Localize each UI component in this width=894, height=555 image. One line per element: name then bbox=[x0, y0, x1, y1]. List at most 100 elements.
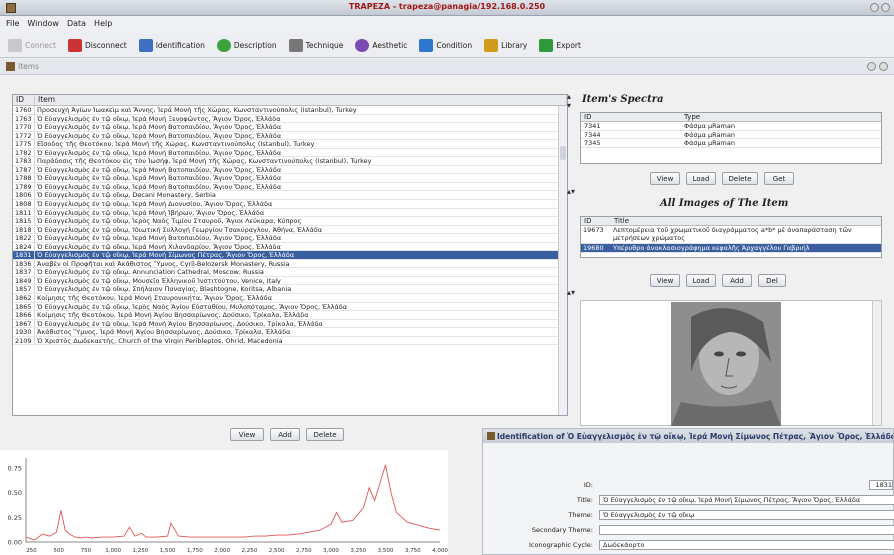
cell-item: Ὁ Εὐαγγελισμὸς ἐν τῷ οἴκῳ, Ἱερά Μονή Διο… bbox=[37, 200, 273, 208]
get-spectrum-button[interactable]: Get bbox=[764, 172, 794, 185]
cell-item: Ὁ Εὐαγγελισμὸς ἐν τῷ οἴκῳ, Ἱερά Μονή Σίμ… bbox=[37, 251, 295, 259]
technique-button[interactable]: Technique bbox=[288, 39, 343, 52]
close-button[interactable] bbox=[881, 3, 890, 12]
splitter-arrows-top[interactable]: ▴ ▾ bbox=[567, 92, 571, 110]
cell-item: Ὁ Εὐαγγελισμὸς ἐν τῷ οἴκῳ, Ἱερὸς Ναὸς Τι… bbox=[37, 217, 302, 225]
table-row[interactable]: 1831 Ὁ Εὐαγγελισμὸς ἐν τῷ οἴκῳ, Ἱερά Μονή… bbox=[13, 251, 567, 260]
table-row[interactable]: 1824 Ὁ Εὐαγγελισμὸς ἐν τῷ οἴκῳ, Ἱερά Μονή… bbox=[13, 242, 567, 252]
splitter-arrows-middle[interactable]: ▴▾ bbox=[567, 187, 575, 196]
table-row[interactable]: 19673 Λεπτομέρεια τοῦ χρωματικοῦ διαγράμμ… bbox=[581, 226, 881, 244]
cell-item: Ἀκάθιστος Ὕμνος, Ἱερά Μονή Ἁγίου Βησσαρί… bbox=[37, 328, 291, 336]
title-bar: TRAPEZA - trapeza@panagia/192.168.0.250 bbox=[0, 0, 894, 16]
identification-header: Identification of Ὁ Εὐαγγελισμὸς ἐν τῷ ο… bbox=[483, 429, 893, 443]
identification-button[interactable]: Identification bbox=[138, 39, 205, 52]
table-row[interactable]: 1862 Κοίμησις τῆς Θεοτόκου, Ἱερά Μονή Στα… bbox=[13, 294, 567, 303]
table-row[interactable]: 1760 Προσευχή Άγίων Ἰωακεὶμ καὶ Ἄννης, Ἱε… bbox=[13, 106, 567, 115]
view-item-button[interactable]: View bbox=[230, 428, 264, 441]
table-row[interactable]: 7344 Φάσμα μRaman bbox=[581, 131, 881, 139]
table-row[interactable]: 1782 Ὁ Εὐαγγελισμὸς ἐν τῷ οἴκῳ, Ἱερά Μονή… bbox=[13, 148, 567, 158]
table-row[interactable]: 1808 Ὁ Εὐαγγελισμὸς ἐν τῷ οἴκῳ, Ἱερά Μονή… bbox=[13, 200, 567, 209]
table-row[interactable]: 1772 Ὁ Εὐαγγελισμὸς ἐν τῷ οἴκῳ, Ἱερά Μονή… bbox=[13, 131, 567, 141]
cell-id: 1822 bbox=[13, 234, 35, 242]
x-tick-label: 2,750 bbox=[296, 548, 312, 554]
cell-item: Ὁ Εὐαγγελισμὸς ἐν τῷ οἴκῳ, Ἱερά Μονή Χιλ… bbox=[37, 242, 281, 251]
title-field[interactable]: Ὁ Εὐαγγελισμὸς ἐν τῷ οἴκῳ, Ἱερά Μονή Σίμ… bbox=[599, 495, 894, 505]
table-row[interactable]: 1822 Ὁ Εὐαγγελισμὸς ἐν τῷ οἴκῳ, Ἱερά Μονή… bbox=[13, 234, 567, 243]
y-tick-label: 0.75 bbox=[8, 464, 22, 472]
column-item[interactable]: Item bbox=[35, 95, 567, 105]
cell-id: 1867 bbox=[13, 319, 35, 327]
spectra-column-type[interactable]: Type bbox=[681, 113, 881, 121]
menu-file[interactable]: File bbox=[6, 19, 19, 31]
frame-minimize-button[interactable] bbox=[867, 62, 876, 71]
menu-data[interactable]: Data bbox=[67, 19, 86, 31]
load-spectrum-button[interactable]: Load bbox=[686, 172, 716, 185]
cell-id: 2109 bbox=[13, 336, 35, 344]
table-scrollbar[interactable] bbox=[558, 106, 567, 415]
table-row[interactable]: 1789 Ὁ Εὐαγγελισμὸς ἐν τῷ οἴκῳ, Ἱερά Μονή… bbox=[13, 182, 567, 192]
table-row[interactable]: 1837 Ὁ Εὐαγγελισμὸς ἐν τῷ οἴκῳ, Annunciat… bbox=[13, 268, 567, 277]
table-row[interactable]: 1867 Ὁ Εὐαγγελισμὸς ἐν τῷ οἴκῳ, Ἱερά Μονή… bbox=[13, 319, 567, 329]
id-field[interactable]: 1831 bbox=[869, 480, 893, 490]
secondary-theme-field[interactable] bbox=[599, 525, 894, 535]
cell-item: Ὁ Εὐαγγελισμὸς ἐν τῷ οἴκῳ, Ἱερά Μονή Βατ… bbox=[37, 182, 282, 191]
table-row[interactable]: 1815 Ὁ Εὐαγγελισμὸς ἐν τῷ οἴκῳ, Ἱερὸς Ναὸ… bbox=[13, 217, 567, 226]
table-row[interactable]: 1787 Ὁ Εὐαγγελισμὸς ἐν τῷ οἴκῳ, Ἱερά Μονή… bbox=[13, 165, 567, 175]
table-row[interactable]: 1783 Παράδοσις τῆς Θεοτόκου εἰς τὸν Ἰωσήφ… bbox=[13, 157, 567, 166]
add-image-button[interactable]: Add bbox=[722, 274, 752, 287]
connect-button[interactable]: Connect bbox=[8, 39, 56, 52]
menu-help[interactable]: Help bbox=[94, 19, 112, 31]
minimize-button[interactable] bbox=[870, 3, 879, 12]
table-row[interactable]: 1770 Ὁ Εὐαγγελισμὸς ἐν τῷ οἴκῳ, Ἱερά Μονή… bbox=[13, 123, 567, 132]
delete-item-button[interactable]: Delete bbox=[306, 428, 344, 441]
cell-item: Παράδοσις τῆς Θεοτόκου εἰς τὸν Ἰωσήφ, Ἱε… bbox=[37, 157, 372, 165]
table-row[interactable]: 1818 Ὁ Εὐαγγελισμὸς ἐν τῷ οἴκῳ, Ἰδιωτική … bbox=[13, 225, 567, 235]
x-tick-label: 1,250 bbox=[133, 548, 149, 554]
splitter-arrows-bottom[interactable]: ▴▾ bbox=[567, 288, 575, 297]
aesthetic-button[interactable]: Aesthetic bbox=[355, 39, 407, 52]
theme-field[interactable]: Ὁ Εὐαγγελισμὸς ἐν τῷ οἴκῳ bbox=[599, 510, 894, 520]
add-item-button[interactable]: Add bbox=[270, 428, 300, 441]
table-row[interactable]: 1806 Ὁ Εὐαγγελισμὸς ἐν τῷ οἴκῳ, Decani Mo… bbox=[13, 191, 567, 201]
table-row[interactable]: 1849 Ὁ Εὐαγγελισμὸς ἐν τῷ οἴκῳ, Μουσεῖο Ἑ… bbox=[13, 276, 567, 286]
cell-item: Ὁ Εὐαγγελισμὸς ἐν τῷ οἴκῳ, Μουσεῖο Ἑλλην… bbox=[37, 276, 281, 285]
table-row[interactable]: 19680 Υπέρυθρο ἀνακλασιογράφημα κεφαλῆς Ἀ… bbox=[581, 244, 881, 253]
table-row[interactable]: 1865 Ὁ Εὐαγγελισμὸς ἐν τῷ οἴκῳ, Ἱερὸς Ναὸ… bbox=[13, 302, 567, 312]
del-image-button[interactable]: Del bbox=[758, 274, 786, 287]
images-column-title[interactable]: Title bbox=[611, 217, 881, 225]
identification-icon bbox=[138, 39, 153, 52]
description-button[interactable]: Description bbox=[216, 39, 277, 52]
menu-window[interactable]: Window bbox=[27, 19, 59, 31]
table-row[interactable]: 1866 Κοίμησις τῆς Θεοτόκου, Ἱερά Μονή Ἁγί… bbox=[13, 311, 567, 320]
column-id[interactable]: ID bbox=[13, 95, 35, 105]
table-row[interactable]: 1788 Ὁ Εὐαγγελισμὸς ἐν τῷ οἴκῳ, Ἱερά Μονή… bbox=[13, 174, 567, 183]
load-image-button[interactable]: Load bbox=[686, 274, 716, 287]
delete-spectrum-button[interactable]: Delete bbox=[722, 172, 758, 185]
export-button[interactable]: Export bbox=[539, 39, 581, 52]
iconographic-cycle-field[interactable]: Δωδεκάορτο bbox=[599, 540, 894, 550]
x-tick-label: 1,500 bbox=[160, 548, 176, 554]
view-spectrum-button[interactable]: View bbox=[650, 172, 680, 185]
table-row[interactable]: 1811 Ὁ Εὐαγγελισμὸς ἐν τῷ οἴκῳ, Ἱερά Μονή… bbox=[13, 208, 567, 218]
library-button[interactable]: Library bbox=[484, 39, 527, 52]
cell-id: 1787 bbox=[13, 165, 35, 173]
x-tick-label: 750 bbox=[81, 548, 92, 554]
cell-id: 1811 bbox=[13, 208, 35, 216]
preview-scrollbar[interactable] bbox=[872, 301, 881, 425]
table-row[interactable]: 7345 Φάσμα μRaman bbox=[581, 139, 881, 148]
view-image-button[interactable]: View bbox=[650, 274, 680, 287]
disconnect-button[interactable]: Disconnect bbox=[68, 39, 127, 52]
images-header: ID Title bbox=[581, 217, 881, 226]
table-row[interactable]: 1930 Ἀκάθιστος Ὕμνος, Ἱερά Μονή Ἁγίου Βησ… bbox=[13, 328, 567, 337]
table-row[interactable]: 1857 Ὁ Εὐαγγελισμὸς ἐν τῷ οἴκῳ, Σπήλαιον … bbox=[13, 285, 567, 295]
spectra-column-id[interactable]: ID bbox=[581, 113, 681, 121]
table-row[interactable]: 2109 Ὁ Χριστὸς Δωδεκαετής, Church of the … bbox=[13, 336, 567, 346]
table-row[interactable]: 1775 Εἴσοδος τῆς Θεοτόκου, Ἱερά Μονή τῆς … bbox=[13, 140, 567, 149]
frame-close-button[interactable] bbox=[879, 62, 888, 71]
table-row[interactable]: 1836 Ἀναβὲν οἱ Προφῆται καὶ Ἀκάθιστος Ὕμν… bbox=[13, 259, 567, 269]
table-row[interactable]: 1763 Ὁ Εὐαγγελισμὸς ἐν τῷ οἴκῳ, Ἱερά Μονή… bbox=[13, 114, 567, 124]
condition-button[interactable]: Condition bbox=[419, 39, 472, 52]
images-column-id[interactable]: ID bbox=[581, 217, 611, 225]
table-row[interactable]: 7341 Φάσμα μRaman bbox=[581, 122, 881, 131]
identification-panel: Identification of Ὁ Εὐαγγελισμὸς ἐν τῷ ο… bbox=[482, 428, 894, 555]
